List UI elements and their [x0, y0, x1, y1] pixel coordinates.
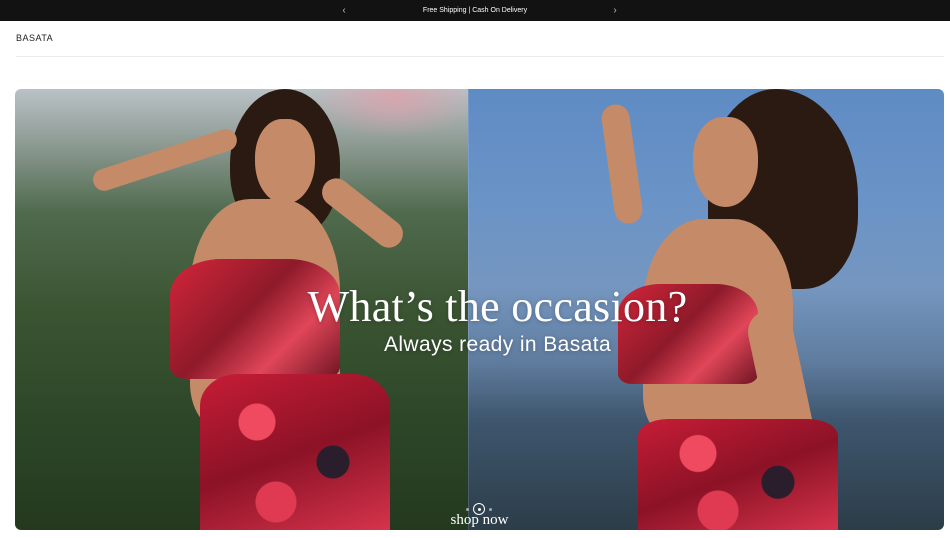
- model-face-right: [693, 117, 758, 207]
- shop-now-link[interactable]: shop now: [15, 512, 944, 529]
- slider-dot[interactable]: [466, 507, 469, 511]
- model-arm-left: [90, 126, 240, 194]
- model-arm-raised: [599, 102, 645, 226]
- hero-banner[interactable]: What’s the occasion? Always ready in Bas…: [15, 89, 944, 530]
- announcement-text: Free Shipping | Cash On Delivery: [422, 7, 528, 14]
- slider-dot[interactable]: [489, 507, 492, 511]
- announcement-next-arrow-icon[interactable]: ›: [606, 0, 624, 21]
- announcement-prev-arrow-icon[interactable]: ‹: [335, 0, 353, 21]
- brand-logo[interactable]: BASATA: [16, 33, 53, 43]
- site-header: BASATA: [0, 21, 950, 57]
- model-skirt-left: [200, 374, 390, 530]
- model-face-left: [255, 119, 315, 204]
- announcement-bar: ‹ Free Shipping | Cash On Delivery ›: [0, 0, 950, 21]
- hero-subheadline: Always ready in Basata: [383, 333, 612, 356]
- header-divider: [16, 56, 944, 57]
- hero-headline: What’s the occasion?: [307, 282, 688, 331]
